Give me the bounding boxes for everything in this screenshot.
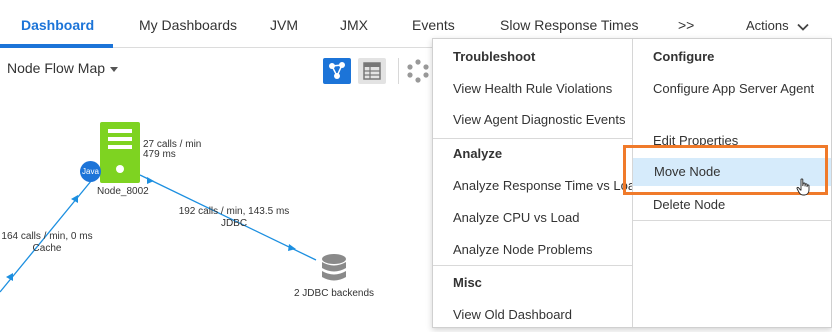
menu-item-view-old-dashboard[interactable]: View Old Dashboard bbox=[453, 307, 572, 322]
menu-column-left: Troubleshoot View Health Rule Violations… bbox=[433, 39, 632, 327]
menu-item-view-health-rule-violations[interactable]: View Health Rule Violations bbox=[453, 81, 612, 96]
jdbc-backend-node[interactable] bbox=[320, 253, 348, 287]
hand-pointer-cursor-icon bbox=[796, 178, 812, 201]
server-icon bbox=[100, 122, 140, 183]
edge-cache-rate: 164 calls / min, 0 ms bbox=[1, 231, 93, 242]
database-icon bbox=[322, 254, 346, 281]
hexagon-topology-icon bbox=[407, 59, 429, 83]
tab-jmx[interactable]: JMX bbox=[340, 0, 368, 48]
menu-item-configure-app-server-agent[interactable]: Configure App Server Agent bbox=[653, 81, 814, 96]
active-tab-indicator bbox=[0, 44, 113, 48]
flow-map-view-button[interactable] bbox=[323, 58, 351, 84]
menu-heading-configure: Configure bbox=[653, 49, 715, 64]
edge-jdbc-type: JDBC bbox=[220, 218, 248, 229]
tab-dashboard[interactable]: Dashboard bbox=[21, 0, 94, 48]
grid-view-button[interactable] bbox=[358, 58, 386, 84]
menu-divider bbox=[433, 138, 632, 139]
caret-down-icon bbox=[110, 66, 119, 72]
menu-divider bbox=[633, 220, 832, 221]
flow-map-view-selector[interactable]: Node Flow Map bbox=[7, 60, 119, 76]
menu-item-analyze-response-time-vs-load[interactable]: Analyze Response Time vs Load bbox=[453, 178, 632, 193]
menu-item-view-agent-diagnostic-events[interactable]: View Agent Diagnostic Events bbox=[453, 112, 625, 127]
menu-heading-troubleshoot: Troubleshoot bbox=[453, 49, 536, 64]
java-badge: Java bbox=[80, 161, 101, 182]
edge-cache-type: Cache bbox=[32, 243, 62, 254]
menu-item-analyze-cpu-vs-load[interactable]: Analyze CPU vs Load bbox=[453, 210, 579, 225]
java-badge-label: Java bbox=[82, 167, 99, 176]
topology-view-button[interactable] bbox=[406, 58, 430, 84]
jdbc-backend-label: 2 JDBC backends bbox=[293, 288, 375, 299]
tab-jvm[interactable]: JVM bbox=[270, 0, 298, 48]
grid-table-icon bbox=[363, 62, 381, 80]
edge-jdbc-arrow-1 bbox=[147, 177, 154, 184]
node-server[interactable] bbox=[100, 122, 140, 183]
menu-item-delete-node[interactable]: Delete Node bbox=[653, 197, 725, 212]
tab-my-dashboards[interactable]: My Dashboards bbox=[139, 0, 237, 48]
node-name-label: Node_8002 bbox=[97, 186, 149, 197]
menu-heading-analyze: Analyze bbox=[453, 146, 503, 161]
flow-map-icon bbox=[329, 62, 345, 79]
toolbar-divider bbox=[398, 58, 399, 84]
edge-calls-time: 479 ms bbox=[143, 149, 176, 160]
flow-map-view-label: Node Flow Map bbox=[7, 60, 106, 76]
menu-divider bbox=[433, 265, 632, 266]
menu-item-analyze-node-problems[interactable]: Analyze Node Problems bbox=[453, 242, 592, 257]
edge-jdbc-rate: 192 calls / min, 143.5 ms bbox=[178, 206, 290, 217]
actions-label: Actions bbox=[746, 18, 789, 33]
chevron-down-icon bbox=[797, 23, 809, 31]
menu-heading-misc: Misc bbox=[453, 275, 482, 290]
